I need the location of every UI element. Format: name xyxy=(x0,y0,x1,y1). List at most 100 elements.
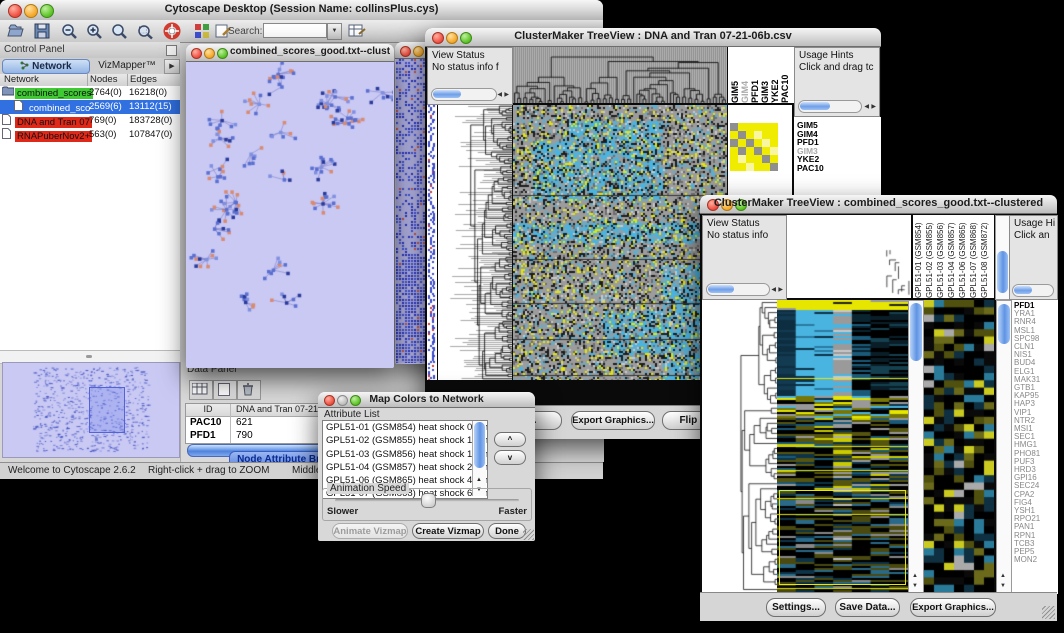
scroll-up-icon[interactable]: ▲ xyxy=(1000,571,1006,581)
scrollbar-thumb[interactable] xyxy=(1014,286,1032,294)
matrix-cell[interactable] xyxy=(770,139,778,147)
table-mode-icon[interactable] xyxy=(189,380,213,400)
float-panel-icon[interactable] xyxy=(166,45,177,56)
tv1-heatmap-canvas[interactable] xyxy=(513,105,727,380)
network-list-row[interactable]: DNA and Tran 07769(0)183728(0) xyxy=(0,114,180,128)
network-list-row[interactable]: combined_sco2569(6)13112(15) xyxy=(0,100,180,114)
scrollbar-thumb[interactable] xyxy=(433,90,461,98)
scroll-down-icon[interactable]: ▼ xyxy=(912,581,918,591)
tv1-column-dendrogram-canvas[interactable] xyxy=(513,47,727,103)
dialog-titlebar[interactable]: Map Colors to Network xyxy=(318,392,535,408)
matrix-cell[interactable] xyxy=(730,147,738,155)
tv2-column-label[interactable]: GPL51-01 (GSM854) xyxy=(914,215,925,298)
matrix-cell[interactable] xyxy=(762,155,770,163)
scrollbar-thumb[interactable] xyxy=(997,251,1008,293)
tv1-column-label[interactable]: PAC10 xyxy=(780,47,790,103)
matrix-cell[interactable] xyxy=(746,147,754,155)
close-button[interactable] xyxy=(400,46,411,57)
heatmap-selection-rect[interactable] xyxy=(779,490,906,585)
tv2-column-label[interactable]: GPL51-03 (GSM856) xyxy=(936,215,947,298)
resize-grip[interactable] xyxy=(523,529,534,540)
network-canvas[interactable] xyxy=(187,62,393,368)
scroll-up-icon[interactable]: ▲ xyxy=(912,571,918,581)
vizmap-grid-icon[interactable] xyxy=(191,21,213,41)
matrix-cell[interactable] xyxy=(746,131,754,139)
matrix-cell[interactable] xyxy=(738,155,746,163)
matrix-cell[interactable] xyxy=(754,163,762,171)
attribute-list-item[interactable]: GPL51-02 (GSM855) heat shock 10 min xyxy=(323,434,487,447)
scroll-left-icon[interactable]: ◀ xyxy=(864,102,869,112)
treeview1-titlebar[interactable]: ClusterMaker TreeView : DNA and Tran 07-… xyxy=(425,28,881,47)
search-combo-arrow-icon[interactable]: ▼ xyxy=(327,23,342,40)
tab-vizmapper[interactable]: VizMapper™ xyxy=(92,59,162,72)
tv1-global-strip-canvas[interactable] xyxy=(427,105,437,380)
matrix-cell[interactable] xyxy=(730,139,738,147)
scrollbar-thumb[interactable] xyxy=(800,102,830,110)
matrix-cell[interactable] xyxy=(770,131,778,139)
export-graphics-button[interactable]: Export Graphics... xyxy=(910,598,996,617)
tv2-column-dendrogram-canvas[interactable] xyxy=(787,215,911,298)
attribute-list-item[interactable]: GPL51-04 (GSM857) heat shock 20 min xyxy=(323,461,487,474)
column-header-attribute[interactable]: DNA and Tran 07-21-06 xyxy=(236,404,331,414)
matrix-cell[interactable] xyxy=(738,139,746,147)
scroll-down-icon[interactable]: ▼ xyxy=(1000,581,1006,591)
matrix-cell[interactable] xyxy=(762,147,770,155)
network-list-row[interactable]: combined_scores2764(0)16218(0) xyxy=(0,86,180,100)
delete-attribute-icon[interactable] xyxy=(237,380,261,400)
tv1-column-label[interactable]: YKE2 xyxy=(770,47,780,103)
matrix-cell[interactable] xyxy=(762,163,770,171)
zoom-in-icon[interactable] xyxy=(84,21,106,41)
zoom-out-icon[interactable] xyxy=(59,21,81,41)
matrix-cell[interactable] xyxy=(754,155,762,163)
matrix-cell[interactable] xyxy=(770,147,778,155)
scrollbar-thumb[interactable] xyxy=(998,304,1010,344)
minimize-button[interactable] xyxy=(204,48,215,59)
tv2-heatmap-pane[interactable] xyxy=(777,300,908,592)
tv2-column-label[interactable]: GPL51-02 (GSM855) xyxy=(925,215,936,298)
scrollbar-thumb[interactable] xyxy=(910,303,922,361)
matrix-cell[interactable] xyxy=(762,131,770,139)
help-ring-icon[interactable] xyxy=(161,21,183,41)
resize-grip[interactable] xyxy=(1042,606,1055,619)
column-header-network[interactable]: Network xyxy=(4,74,39,85)
matrix-cell[interactable] xyxy=(746,139,754,147)
tv2-gene-item[interactable]: MON2 xyxy=(1014,556,1058,564)
tv1-row-dendrogram-canvas[interactable] xyxy=(438,105,512,380)
tv1-column-label[interactable]: GIM5 xyxy=(730,47,740,103)
matrix-cell[interactable] xyxy=(746,123,754,131)
matrix-cell[interactable] xyxy=(730,131,738,139)
tv1-column-label[interactable]: GIM3 xyxy=(760,47,770,103)
tv1-gene-item[interactable]: PAC10 xyxy=(797,164,881,173)
save-icon[interactable] xyxy=(31,21,53,41)
tv2-hints-scrollbar[interactable] xyxy=(1012,284,1054,297)
matrix-cell[interactable] xyxy=(770,163,778,171)
zoom-fit-icon[interactable] xyxy=(109,21,131,41)
splitter-handle[interactable] xyxy=(86,355,92,358)
tv1-similarity-matrix[interactable] xyxy=(730,123,778,171)
network-window-titlebar[interactable]: combined_scores_good.txt--cluste... xyxy=(186,44,394,62)
matrix-cell[interactable] xyxy=(754,131,762,139)
column-header-edges[interactable]: Edges xyxy=(130,74,157,85)
tv2-column-label[interactable]: GPL51-04 (GSM857) xyxy=(947,215,958,298)
animate-vizmap-button[interactable]: Animate Vizmap xyxy=(332,523,408,539)
matrix-cell[interactable] xyxy=(762,139,770,147)
tv2-zoom-heatmap-canvas[interactable] xyxy=(924,300,994,592)
matrix-cell[interactable] xyxy=(730,163,738,171)
scrollbar-thumb[interactable] xyxy=(474,422,485,468)
matrix-cell[interactable] xyxy=(762,123,770,131)
minimize-button[interactable] xyxy=(413,46,424,57)
speed-slider-thumb[interactable] xyxy=(421,493,436,508)
tv2-column-label[interactable]: GPL51-06 (GSM865) xyxy=(958,215,969,298)
tv2-labels-scrollbar[interactable] xyxy=(995,215,1010,300)
zoom-button[interactable] xyxy=(217,48,228,59)
scroll-up-icon[interactable]: ▲ xyxy=(476,475,482,485)
matrix-cell[interactable] xyxy=(746,155,754,163)
matrix-cell[interactable] xyxy=(754,147,762,155)
column-header-id[interactable]: ID xyxy=(186,404,230,414)
done-button[interactable]: Done xyxy=(488,523,526,539)
tv2-zoom-scrollbar[interactable]: ▲ ▼ xyxy=(996,300,1012,594)
tv1-hints-scrollbar[interactable] xyxy=(798,100,862,113)
tab-overflow-arrow-icon[interactable]: ▶ xyxy=(164,59,180,74)
tv2-row-dendrogram-canvas[interactable] xyxy=(702,300,777,592)
network-overview-panel[interactable] xyxy=(2,362,180,458)
